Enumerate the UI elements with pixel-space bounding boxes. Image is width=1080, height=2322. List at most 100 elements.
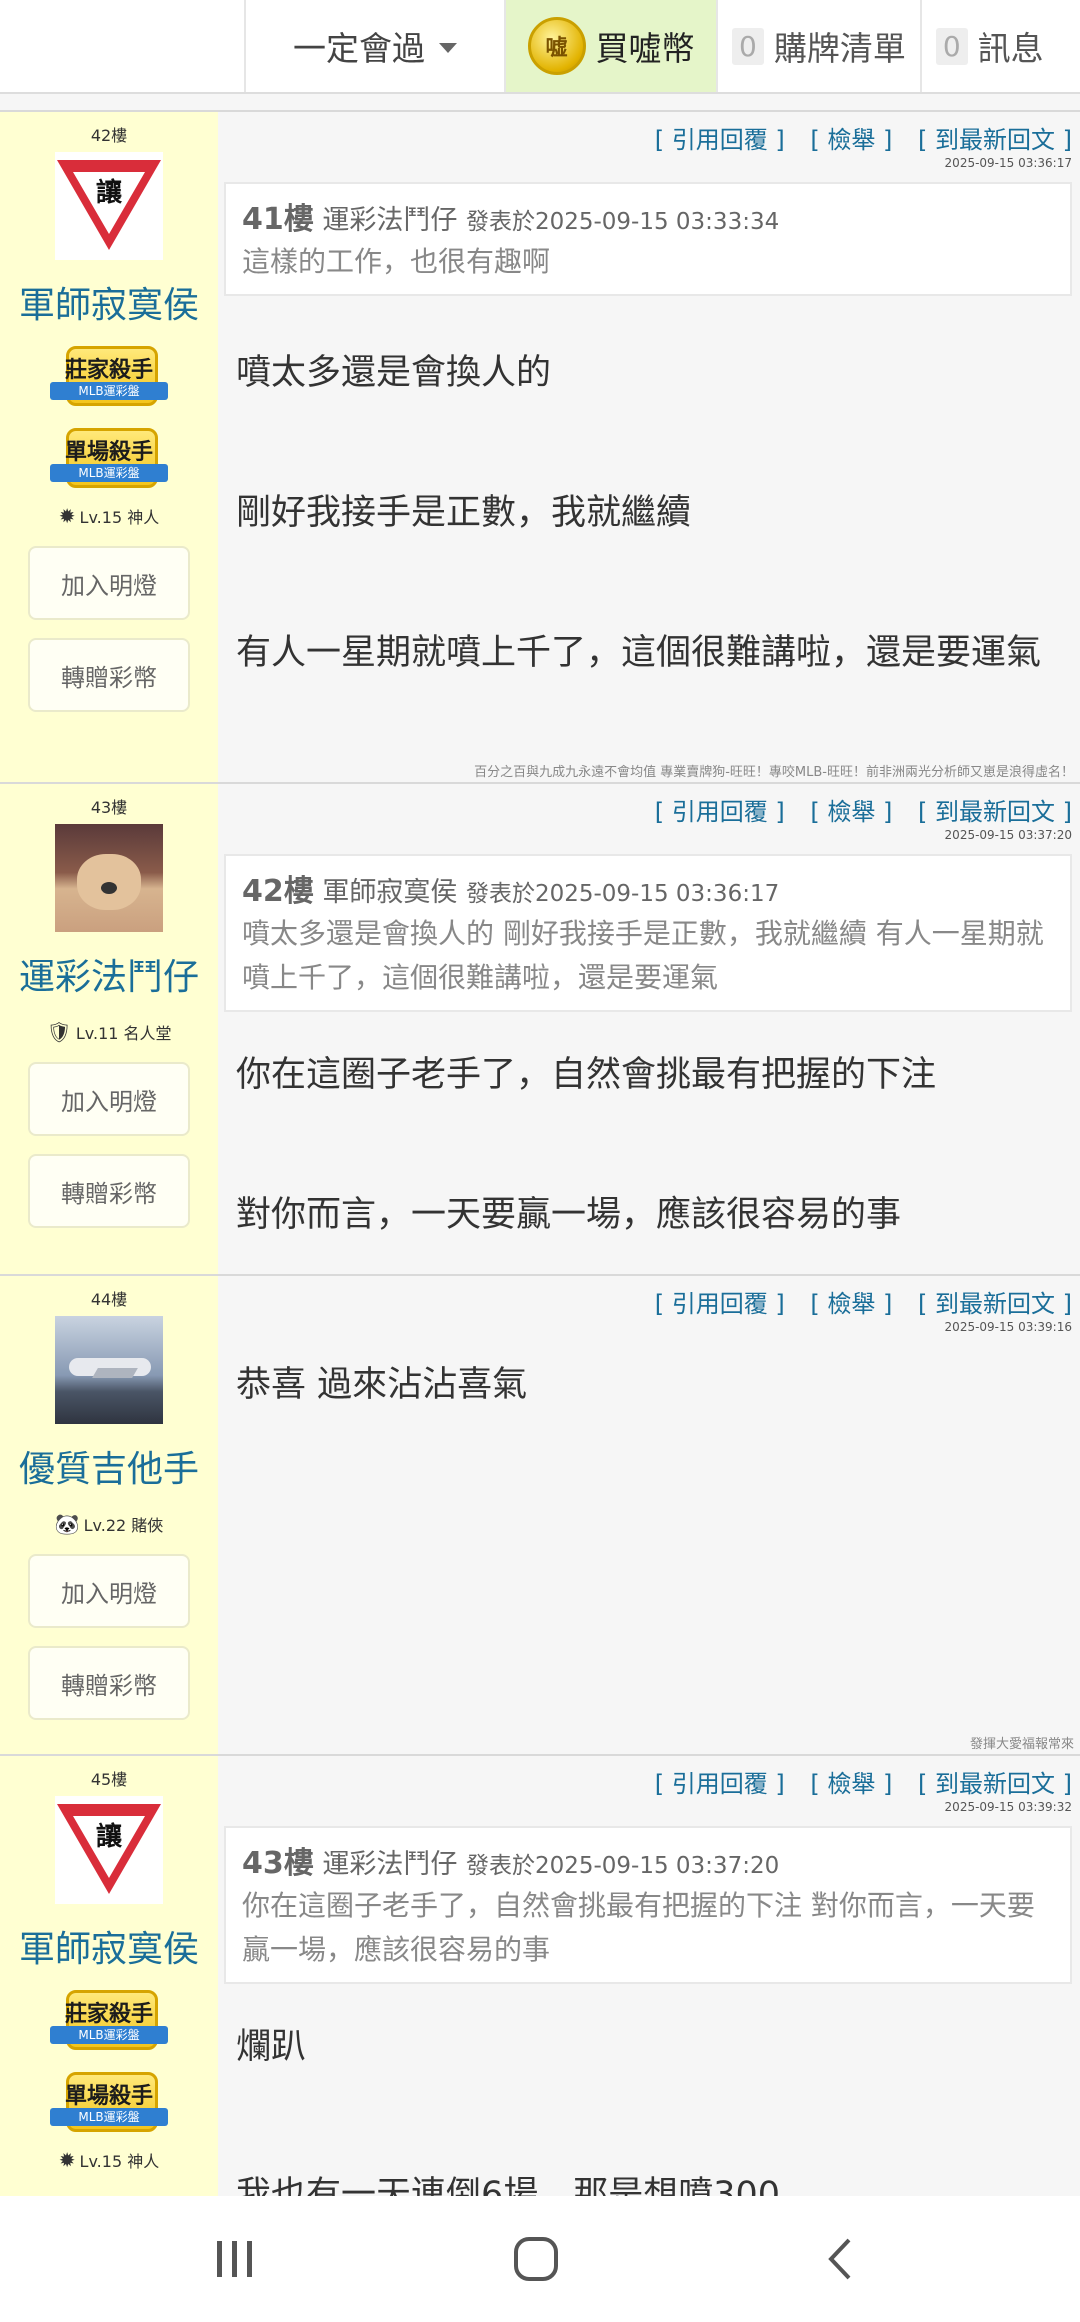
- panda-level-icon: 🐼: [54, 1512, 80, 1536]
- user-signature: 百分之百與九成九永遠不會均值 專業賣牌狗-旺旺！專咬MLB-旺旺！前非洲兩光分析…: [474, 765, 1074, 780]
- report-link[interactable]: [ 檢舉 ]: [810, 1290, 892, 1318]
- floor-number: 45樓: [90, 1770, 128, 1789]
- latest-reply-link[interactable]: [ 到最新回文 ]: [918, 1290, 1072, 1318]
- user-level: ✹ Lv.15 神人: [58, 2148, 160, 2172]
- achievement-badge: 莊家殺手 MLB運彩盤: [50, 346, 168, 410]
- gift-coins-button[interactable]: 轉贈彩幣: [28, 638, 190, 712]
- post-floor-42: 42樓 讓 軍師寂寞侯 莊家殺手 MLB運彩盤 單場殺手 MLB運彩盤 ✹ Lv…: [0, 110, 1080, 784]
- author-sidebar: 44樓 優質吉他手 🐼 Lv.22 賭俠 加入明燈 轉贈彩幣: [0, 1276, 218, 1756]
- quote-floor: 41樓: [242, 202, 314, 237]
- user-level: 🛡 Lv.11 名人堂: [46, 1020, 172, 1044]
- home-icon: [514, 2237, 558, 2281]
- quote-text: 你在這圈子老手了，自然會挑最有把握的下注 對你而言，一天要贏一場，應該很容易的事: [242, 1889, 1035, 1966]
- top-bar-spacer: [0, 0, 246, 92]
- post-timestamp: 2025-09-15 03:39:32: [944, 1800, 1072, 1814]
- post-actions: [ 引用回覆 ] [ 檢舉 ] [ 到最新回文 ]: [637, 1284, 1072, 1319]
- post-content: [ 引用回覆 ] [ 檢舉 ] [ 到最新回文 ] 2025-09-15 03:…: [218, 784, 1080, 1276]
- buy-coins-button[interactable]: 嘘 買噓幣: [506, 0, 716, 92]
- post-actions: [ 引用回覆 ] [ 檢舉 ] [ 到最新回文 ]: [637, 1764, 1072, 1799]
- post-timestamp: 2025-09-15 03:39:16: [944, 1320, 1072, 1334]
- quoted-post: 41樓 運彩法鬥仔 發表於2025-09-15 03:33:34 這樣的工作，也…: [224, 182, 1072, 296]
- post-paragraph: 剛好我接手是正數，我就繼續: [236, 493, 692, 533]
- add-light-button[interactable]: 加入明燈: [28, 546, 190, 620]
- quote-reply-link[interactable]: [ 引用回覆 ]: [655, 126, 785, 154]
- report-link[interactable]: [ 檢舉 ]: [810, 1770, 892, 1798]
- floor-number: 42樓: [90, 126, 128, 145]
- user-level: ✹ Lv.15 神人: [58, 504, 160, 528]
- avatar[interactable]: [55, 824, 163, 932]
- quote-author: 軍師寂寞侯: [322, 877, 458, 908]
- cart-label: 購牌清單: [773, 29, 906, 68]
- quote-reply-link[interactable]: [ 引用回覆 ]: [655, 798, 785, 826]
- author-sidebar: 45樓 讓 軍師寂寞侯 莊家殺手 MLB運彩盤 單場殺手 MLB運彩盤 ✹ Lv…: [0, 1756, 218, 2198]
- sun-level-icon: ✹: [58, 504, 76, 528]
- yield-sign-icon: 讓: [95, 178, 122, 208]
- messages-count-badge: 0: [935, 27, 968, 65]
- latest-reply-link[interactable]: [ 到最新回文 ]: [918, 1770, 1072, 1798]
- system-nav-bar: [0, 2196, 1080, 2322]
- chevron-down-icon: [439, 43, 457, 53]
- username[interactable]: 軍師寂寞侯: [0, 1920, 218, 1972]
- board-select-label: 一定會過: [293, 29, 425, 68]
- quote-posted-at: 發表於2025-09-15 03:37:20: [465, 1853, 780, 1879]
- shield-level-icon: 🛡: [46, 1020, 72, 1044]
- post-content: [ 引用回覆 ] [ 檢舉 ] [ 到最新回文 ] 2025-09-15 03:…: [218, 1276, 1080, 1756]
- username[interactable]: 優質吉他手: [0, 1440, 218, 1492]
- latest-reply-link[interactable]: [ 到最新回文 ]: [918, 126, 1072, 154]
- coin-icon: 嘘: [527, 17, 586, 75]
- post-actions: [ 引用回覆 ] [ 檢舉 ] [ 到最新回文 ]: [637, 792, 1072, 827]
- user-level: 🐼 Lv.22 賭俠: [54, 1512, 164, 1536]
- post-paragraph: 爛趴: [236, 2027, 307, 2067]
- messages-label: 訊息: [977, 29, 1044, 68]
- gift-coins-button[interactable]: 轉贈彩幣: [28, 1154, 190, 1228]
- post-timestamp: 2025-09-15 03:37:20: [944, 828, 1072, 842]
- add-light-button[interactable]: 加入明燈: [28, 1062, 190, 1136]
- quote-text: 噴太多還是會換人的 剛好我接手是正數，我就繼續 有人一星期就噴上千了，這個很難講…: [242, 917, 1044, 994]
- back-button[interactable]: [760, 2196, 920, 2322]
- author-sidebar: 43樓 運彩法鬥仔 🛡 Lv.11 名人堂 加入明燈 轉贈彩幣: [0, 784, 218, 1276]
- gift-coins-button[interactable]: 轉贈彩幣: [28, 1646, 190, 1720]
- avatar[interactable]: [55, 1316, 163, 1424]
- latest-reply-link[interactable]: [ 到最新回文 ]: [918, 798, 1072, 826]
- achievement-badge: 單場殺手 MLB運彩盤: [50, 2072, 168, 2136]
- sun-level-icon: ✹: [58, 2148, 76, 2172]
- post-paragraph: 有人一星期就噴上千了，這個很難講啦，還是要運氣: [236, 633, 1042, 673]
- cart-button[interactable]: 0 購牌清單: [716, 0, 920, 92]
- top-bar: 一定會過 嘘 買噓幣 0 購牌清單 0 訊息: [0, 0, 1080, 94]
- yield-sign-icon: 讓: [95, 1822, 122, 1852]
- user-signature: 發揮大愛福報常來: [969, 1737, 1074, 1752]
- post-paragraph: 恭喜 過來沾沾喜氣: [236, 1365, 528, 1405]
- quote-floor: 43樓: [242, 1846, 314, 1881]
- post-floor-43: 43樓 運彩法鬥仔 🛡 Lv.11 名人堂 加入明燈 轉贈彩幣 [ 引用回覆 ]…: [0, 782, 1080, 1276]
- quote-reply-link[interactable]: [ 引用回覆 ]: [655, 1770, 785, 1798]
- quote-reply-link[interactable]: [ 引用回覆 ]: [655, 1290, 785, 1318]
- post-actions: [ 引用回覆 ] [ 檢舉 ] [ 到最新回文 ]: [637, 120, 1072, 155]
- post-floor-45: 45樓 讓 軍師寂寞侯 莊家殺手 MLB運彩盤 單場殺手 MLB運彩盤 ✹ Lv…: [0, 1754, 1080, 2198]
- quote-posted-at: 發表於2025-09-15 03:33:34: [465, 209, 780, 235]
- cart-count-badge: 0: [732, 27, 764, 65]
- author-sidebar: 42樓 讓 軍師寂寞侯 莊家殺手 MLB運彩盤 單場殺手 MLB運彩盤 ✹ Lv…: [0, 112, 218, 784]
- buy-coins-label: 買噓幣: [595, 29, 695, 68]
- avatar[interactable]: 讓: [55, 152, 163, 260]
- post-paragraph: 噴太多還是會換人的: [236, 353, 552, 393]
- avatar[interactable]: 讓: [55, 1796, 163, 1904]
- floor-number: 43樓: [90, 798, 128, 817]
- quote-author: 運彩法鬥仔: [322, 1849, 458, 1880]
- username[interactable]: 軍師寂寞侯: [0, 276, 218, 328]
- add-light-button[interactable]: 加入明燈: [28, 1554, 190, 1628]
- floor-number: 44樓: [90, 1290, 128, 1309]
- post-content: [ 引用回覆 ] [ 檢舉 ] [ 到最新回文 ] 2025-09-15 03:…: [218, 1756, 1080, 2198]
- recents-button[interactable]: [155, 2196, 315, 2322]
- home-button[interactable]: [456, 2196, 616, 2322]
- post-paragraph: 我也有一天連倒6場，那是想噴300: [236, 2175, 781, 2198]
- quote-posted-at: 發表於2025-09-15 03:36:17: [465, 881, 780, 907]
- report-link[interactable]: [ 檢舉 ]: [810, 126, 892, 154]
- quoted-post: 43樓 運彩法鬥仔 發表於2025-09-15 03:37:20 你在這圈子老手…: [224, 1826, 1072, 1984]
- report-link[interactable]: [ 檢舉 ]: [810, 798, 892, 826]
- post-floor-44: 44樓 優質吉他手 🐼 Lv.22 賭俠 加入明燈 轉贈彩幣 [ 引用回覆 ] …: [0, 1274, 1080, 1756]
- quote-floor: 42樓: [242, 874, 314, 909]
- post-timestamp: 2025-09-15 03:36:17: [944, 156, 1072, 170]
- board-select[interactable]: 一定會過: [246, 0, 506, 92]
- username[interactable]: 運彩法鬥仔: [0, 948, 218, 1000]
- messages-button[interactable]: 0 訊息: [919, 0, 1058, 92]
